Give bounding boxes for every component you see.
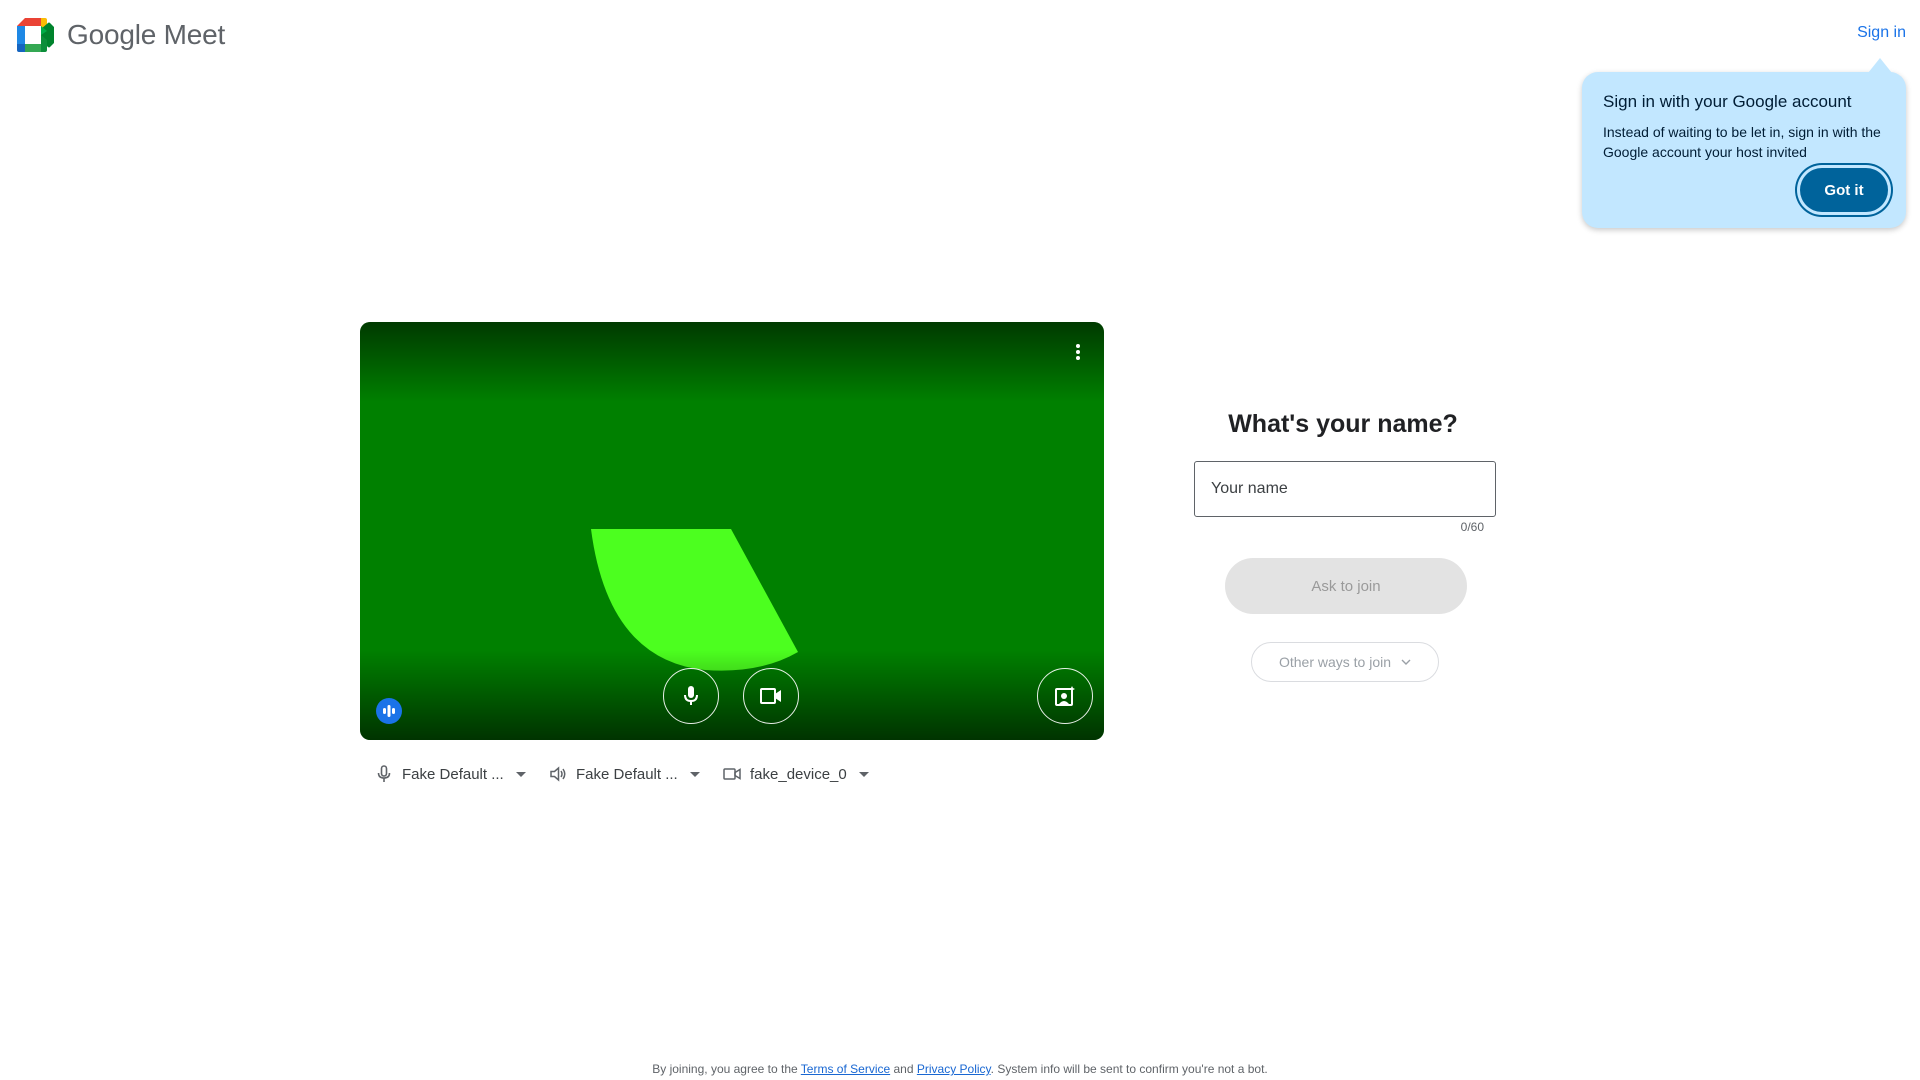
other-ways-to-join-label: Other ways to join [1278, 654, 1392, 670]
microphone-select-label: Fake Default ... [402, 765, 504, 783]
video-preview [360, 322, 1104, 740]
meet-logo-icon [17, 18, 54, 52]
more-options-button[interactable] [1066, 340, 1090, 364]
preview-top-shade [360, 322, 1104, 402]
chevron-down-icon [1401, 659, 1411, 665]
microphone-icon [684, 686, 698, 705]
sign-in-tip-title: Sign in with your Google account [1603, 92, 1852, 111]
visual-effects-icon [1055, 686, 1075, 706]
google-meet-logo[interactable]: Google Meet [17, 18, 225, 52]
footer-and: and [890, 1062, 917, 1076]
sign-in-link[interactable]: Sign in [1857, 24, 1906, 42]
camera-icon [723, 768, 741, 780]
microphone-toggle-button[interactable] [663, 668, 719, 724]
name-char-count: 0/60 [1460, 520, 1484, 534]
visual-effects-button[interactable] [1037, 668, 1093, 724]
ask-to-join-button[interactable]: Ask to join [1225, 558, 1467, 614]
join-title: What's your name? [1228, 410, 1458, 438]
preview-bottom-shade [360, 650, 1104, 740]
app-name: Google Meet [67, 19, 226, 50]
other-ways-to-join-button[interactable]: Other ways to join [1251, 642, 1439, 682]
microphone-select[interactable]: Fake Default ... [368, 760, 542, 788]
microphone-icon [377, 765, 391, 782]
terms-of-service-link[interactable]: Terms of Service [801, 1062, 890, 1076]
footer-suffix: . System info will be sent to confirm yo… [990, 1062, 1268, 1076]
speaker-select[interactable]: Fake Default ... [542, 760, 716, 788]
chevron-down-icon [515, 771, 526, 777]
chevron-down-icon [858, 771, 869, 777]
legal-footer: By joining, you agree to the Terms of Se… [0, 1062, 1920, 1076]
camera-icon [760, 688, 781, 704]
camera-select-label: fake_device_0 [750, 765, 847, 783]
footer-prefix: By joining, you agree to the [652, 1062, 801, 1076]
audio-level-icon [383, 705, 395, 717]
more-vert-icon [1076, 344, 1080, 360]
got-it-button[interactable]: Got it [1800, 168, 1888, 212]
device-selectors: Fake Default ... Fake Default ... fake_d… [368, 760, 876, 788]
speaker-icon [550, 766, 566, 782]
sign-in-tip-body: Instead of waiting to be let in, sign in… [1603, 124, 1881, 160]
audio-level-indicator [376, 698, 402, 724]
name-input[interactable] [1194, 461, 1496, 517]
camera-toggle-button[interactable] [743, 668, 799, 724]
privacy-policy-link[interactable]: Privacy Policy [917, 1062, 991, 1076]
join-panel: What's your name? 0/60 Ask to join Other… [1190, 406, 1496, 682]
header: Google Meet Sign in [0, 0, 1920, 76]
sign-in-tip: Sign in with your Google account Instead… [1582, 58, 1906, 228]
camera-select[interactable]: fake_device_0 [716, 760, 876, 788]
chevron-down-icon [689, 771, 700, 777]
speaker-select-label: Fake Default ... [576, 765, 678, 783]
